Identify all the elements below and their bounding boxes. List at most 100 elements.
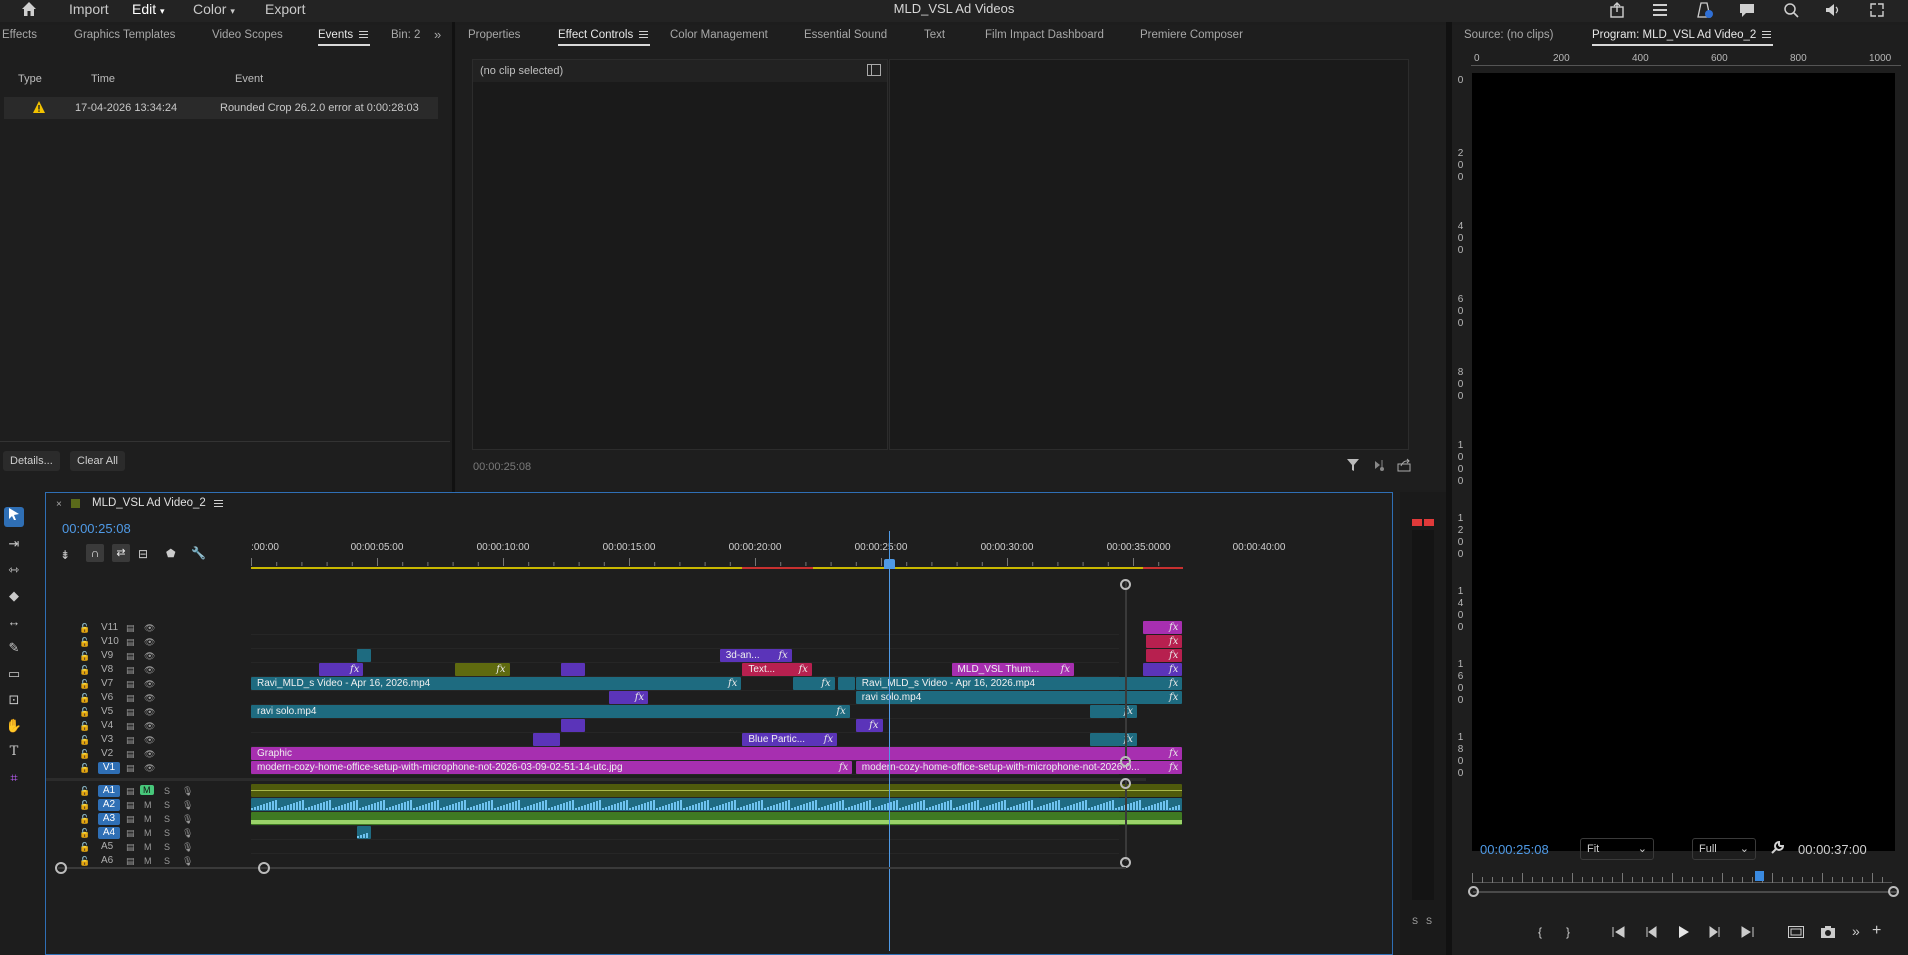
sync-lock-icon[interactable]: ▤	[126, 637, 135, 648]
mute-button[interactable]: M	[144, 828, 152, 838]
lock-icon[interactable]: 🔓	[79, 707, 90, 718]
track-label[interactable]: A2	[98, 799, 120, 811]
timeline-clip[interactable]	[356, 649, 371, 662]
lock-icon[interactable]: 🔓	[79, 623, 90, 634]
timeline-clip[interactable]	[533, 733, 560, 746]
eye-icon[interactable]: 👁	[144, 637, 155, 648]
track-label[interactable]: V8	[101, 664, 123, 676]
eye-icon[interactable]: 👁	[144, 693, 155, 704]
timeline-clip[interactable]: fx	[792, 677, 835, 690]
scroll-handle-top[interactable]	[1120, 579, 1131, 590]
sync-lock-icon[interactable]: ▤	[126, 735, 135, 746]
panel-menu-icon[interactable]	[359, 31, 369, 39]
rectangle-tool-icon[interactable]: ▭	[4, 664, 24, 684]
zoom-handle-right[interactable]	[258, 862, 270, 874]
audio-clip[interactable]	[356, 826, 371, 839]
track-select-tool-icon[interactable]: ⇥	[4, 534, 24, 554]
lock-icon[interactable]: 🔓	[79, 693, 90, 704]
fullscreen-icon[interactable]	[1868, 1, 1888, 19]
track-label[interactable]: V4	[101, 720, 123, 732]
solo-right-button[interactable]: S	[1426, 916, 1432, 926]
track-label[interactable]: V3	[101, 734, 123, 746]
track-label[interactable]: V6	[101, 692, 123, 704]
zoom-scrollbar[interactable]	[1473, 891, 1899, 893]
eye-icon[interactable]: 👁	[144, 721, 155, 732]
timeline-clip[interactable]: Ravi_MLD_s Video - Apr 16, 2026.mp4 fx	[251, 677, 742, 690]
solo-button[interactable]: S	[164, 842, 170, 852]
tab-color-management[interactable]: Color Management	[670, 25, 768, 47]
track-label[interactable]: V11	[101, 622, 123, 634]
lock-icon[interactable]: 🔓	[79, 856, 90, 867]
panel-menu-icon[interactable]	[639, 31, 649, 39]
track-label[interactable]: A3	[98, 813, 120, 825]
timeline-clip[interactable]: ravi solo.mp4 fx	[855, 691, 1183, 704]
tab-source[interactable]: Source: (no clips)	[1464, 25, 1553, 47]
column-type[interactable]: Type	[18, 73, 42, 85]
program-timecode[interactable]: 00:00:25:08	[1480, 842, 1549, 857]
mute-button[interactable]: M	[144, 856, 152, 866]
workspaces-icon[interactable]	[1651, 1, 1671, 19]
monitor-time-ruler[interactable]	[1472, 871, 1893, 883]
nest-icon[interactable]: ⇟	[60, 548, 70, 562]
tab-program[interactable]: Program: MLD_VSL Ad Video_2	[1592, 25, 1774, 47]
timeline-clip[interactable]: fx	[1145, 635, 1183, 648]
solo-button[interactable]: S	[164, 828, 170, 838]
timeline-clip[interactable]: Text... fx	[742, 663, 812, 676]
eye-icon[interactable]: 👁	[144, 735, 155, 746]
quality-select[interactable]: Full ⌄	[1692, 838, 1756, 860]
chat-icon[interactable]	[1738, 1, 1758, 19]
lock-icon[interactable]: 🔓	[79, 651, 90, 662]
sync-lock-icon[interactable]: ▤	[126, 828, 135, 839]
eye-icon[interactable]: 👁	[144, 707, 155, 718]
timeline-clip[interactable]: Blue Partic... fx	[742, 733, 838, 746]
timeline-clip[interactable]: fx	[608, 691, 649, 704]
mute-button[interactable]: M	[144, 842, 152, 852]
microphone-icon[interactable]: 🎙	[182, 842, 193, 853]
timeline-clip[interactable]	[560, 719, 586, 732]
microphone-icon[interactable]: 🎙	[182, 856, 193, 867]
playhead-line[interactable]	[889, 531, 891, 951]
eye-icon[interactable]: 👁	[144, 665, 155, 676]
clear-all-button[interactable]: Clear All	[70, 451, 125, 471]
sync-lock-icon[interactable]: ▤	[126, 707, 135, 718]
video-scrollbar[interactable]	[1125, 579, 1127, 759]
track-label[interactable]: V1	[98, 762, 120, 774]
track-label[interactable]: A4	[98, 827, 120, 839]
add-marker-icon[interactable]: ⬟	[166, 547, 176, 560]
timeline-clip[interactable]: modern-cozy-home-office-setup-with-micro…	[251, 761, 853, 774]
tab-video-scopes[interactable]: Video Scopes	[212, 25, 283, 47]
lock-icon[interactable]: 🔓	[79, 679, 90, 690]
progress-icon[interactable]	[1696, 1, 1716, 19]
audio-clip[interactable]	[251, 812, 1183, 825]
lock-icon[interactable]: 🔓	[79, 842, 90, 853]
eye-icon[interactable]: 👁	[144, 763, 155, 774]
timeline-clip[interactable]: fx	[319, 663, 364, 676]
track-label[interactable]: V9	[101, 650, 123, 662]
close-icon[interactable]: ×	[56, 499, 62, 510]
tab-graphics-templates[interactable]: Graphics Templates	[74, 25, 175, 47]
timeline-clip[interactable]: fx	[855, 719, 883, 732]
ripple-edit-tool-icon[interactable]: ⇿	[4, 560, 24, 580]
horizontal-zoom-scrollbar[interactable]	[58, 867, 1126, 869]
tab-properties[interactable]: Properties	[468, 25, 520, 47]
step-forward-icon[interactable]	[1709, 926, 1721, 941]
divider[interactable]	[1446, 22, 1452, 955]
mark-in-icon[interactable]: {	[1538, 925, 1542, 939]
microphone-icon[interactable]: 🎙	[182, 828, 193, 839]
sync-lock-icon[interactable]: ▤	[126, 814, 135, 825]
monitor-playhead[interactable]	[1755, 871, 1765, 881]
column-time[interactable]: Time	[91, 73, 115, 85]
insert-overwrite-icon[interactable]: ⊟	[138, 547, 148, 561]
tab-premiere-composer[interactable]: Premiere Composer	[1140, 25, 1243, 47]
linked-selection-icon[interactable]: ⇄	[112, 544, 130, 562]
playhead[interactable]	[884, 559, 896, 569]
track-label[interactable]: A5	[101, 841, 123, 853]
sync-lock-icon[interactable]: ▤	[126, 763, 135, 774]
timeline-clip[interactable]	[560, 663, 586, 676]
solo-button[interactable]: S	[164, 800, 170, 810]
go-to-out-icon[interactable]	[1740, 926, 1754, 941]
clip-indicator-left[interactable]	[1412, 519, 1422, 526]
tab-essential-sound[interactable]: Essential Sound	[804, 25, 887, 47]
solo-button[interactable]: S	[164, 814, 170, 824]
filter-icon[interactable]	[1346, 458, 1360, 475]
